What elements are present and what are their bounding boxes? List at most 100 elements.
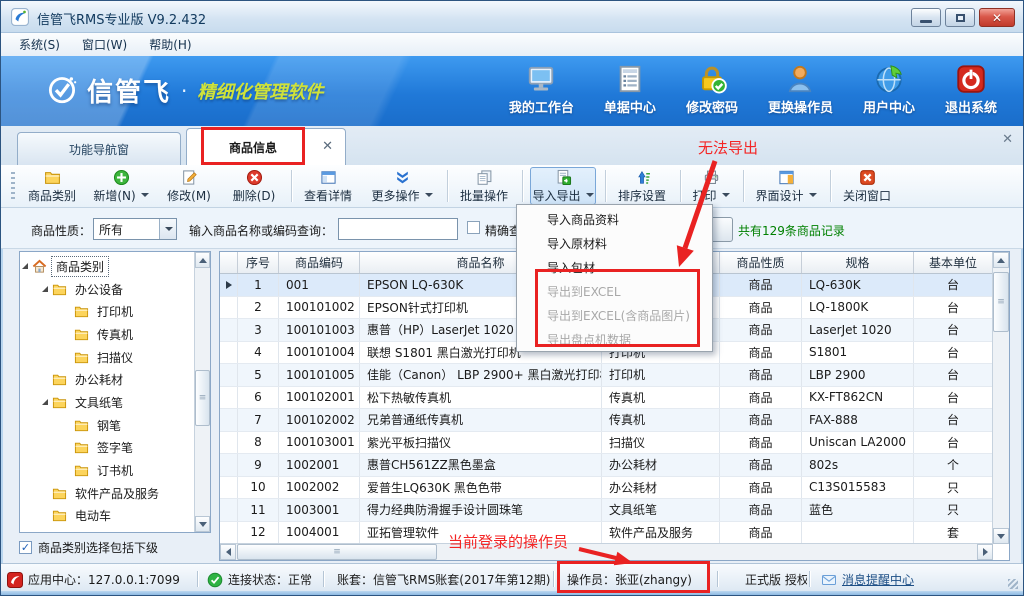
table-row[interactable]: 91002001惠普CH561ZZ黑色墨盒办公耗材商品802s个 — [220, 454, 1009, 477]
table-row[interactable]: 8100103001紫光平板扫描仪扫描仪商品Uniscan LA2000台 — [220, 432, 1009, 455]
tree-item-7[interactable]: 钢笔 — [20, 414, 194, 437]
tabstrip-close-icon[interactable]: ✕ — [1002, 132, 1013, 147]
tree-item-8[interactable]: 签字笔 — [20, 437, 194, 460]
toolbar-button-print[interactable]: 打印 — [688, 167, 734, 205]
table-cell: 套 — [914, 522, 993, 544]
restore-button[interactable] — [945, 8, 975, 27]
grid-vertical-scrollbar[interactable]: ≡ — [992, 252, 1009, 544]
tree-item-2[interactable]: 打印机 — [20, 300, 194, 323]
banner-action-label: 退出系统 — [945, 97, 997, 116]
select-dropdown-button[interactable] — [159, 219, 176, 239]
table-row[interactable]: 121004001亚拓管理软件软件产品及服务商品套 — [220, 522, 1009, 545]
menubar-item-0[interactable]: 系统(S) — [19, 36, 60, 53]
tree-item-5[interactable]: 办公耗材 — [20, 368, 194, 391]
menu-item-2[interactable]: 导入包材 — [517, 255, 712, 279]
table-cell: 只 — [914, 477, 993, 499]
toolbar-button-sort[interactable]: 排序设置 — [613, 167, 671, 205]
search-input[interactable] — [338, 218, 458, 240]
resize-grip[interactable] — [1008, 579, 1018, 589]
folder-icon — [52, 395, 67, 410]
exact-match-checkbox[interactable] — [467, 221, 480, 234]
tab-close-icon[interactable]: ✕ — [322, 140, 333, 153]
banner-action-documents[interactable]: 单据中心 — [604, 64, 656, 116]
scroll-down-icon[interactable] — [195, 516, 210, 532]
tree-item-6[interactable]: 文具纸笔 — [20, 391, 194, 414]
table-row[interactable]: 6100102001松下热敏传真机传真机商品KX-FT862CN台 — [220, 387, 1009, 410]
toolbar-button-design[interactable]: 界面设计 — [751, 167, 821, 205]
folder-icon — [74, 440, 89, 455]
tree-item-10[interactable]: 软件产品及服务 — [20, 482, 194, 505]
toolbar-button-delete[interactable]: 删除(D) — [226, 167, 282, 205]
grid-header-7[interactable]: 基本单位 — [914, 252, 993, 273]
table-cell: 台 — [914, 432, 993, 454]
product-nature-select[interactable]: 所有 — [93, 218, 177, 240]
table-row[interactable]: 101002002爱普生LQ630K 黑色色带办公耗材商品C13S015583只 — [220, 477, 1009, 500]
grid-vscroll-thumb[interactable]: ≡ — [993, 272, 1009, 332]
banner-action-exit[interactable]: 退出系统 — [945, 64, 997, 116]
toolbar-button-impexp[interactable]: 导入导出 — [530, 167, 596, 205]
close-button[interactable]: ✕ — [979, 8, 1015, 27]
tab-active[interactable]: 商品信息✕ — [186, 128, 346, 166]
table-cell: 商品 — [720, 387, 802, 409]
tree-item-1[interactable]: 办公设备 — [20, 278, 194, 301]
status-segment-5[interactable]: 消息提醒中心 — [821, 571, 914, 588]
menubar-item-2[interactable]: 帮助(H) — [149, 36, 191, 53]
menubar-item-1[interactable]: 窗口(W) — [82, 36, 127, 53]
grid-hscroll-thumb[interactable]: ≡ — [237, 544, 437, 560]
menu-item-0[interactable]: 导入商品资料 — [517, 207, 712, 231]
grid-header-1[interactable]: 序号 — [238, 252, 279, 273]
scroll-up-icon[interactable] — [993, 252, 1009, 268]
table-cell: 商品 — [720, 522, 802, 544]
grid-header-6[interactable]: 规格 — [802, 252, 914, 273]
grid-horizontal-scrollbar[interactable]: ≡ — [220, 543, 993, 560]
tab-strip: ✕ 功能导航窗商品信息✕ — [1, 126, 1023, 165]
tree-scroll-thumb[interactable]: ≡ — [195, 370, 210, 426]
tree-item-11[interactable]: 电动车 — [20, 505, 194, 528]
tree-item-9[interactable]: 订书机 — [20, 459, 194, 482]
more-icon — [394, 169, 411, 186]
toolbar-button-label: 关闭窗口 — [843, 187, 891, 204]
scroll-up-icon[interactable] — [195, 252, 210, 268]
banner-action-usercenter[interactable]: 用户中心 — [863, 64, 915, 116]
banner-action-label: 修改密码 — [686, 97, 738, 116]
banner-action-password[interactable]: 修改密码 — [686, 64, 738, 116]
table-cell: 兄弟普通纸传真机 — [360, 409, 602, 431]
toolbar-button-edit[interactable]: 修改(M) — [161, 167, 217, 205]
expander-icon[interactable] — [42, 399, 48, 405]
minimize-button[interactable] — [911, 8, 941, 27]
toolbar-button-label: 批量操作 — [460, 187, 508, 204]
menu-item-1[interactable]: 导入原材料 — [517, 231, 712, 255]
tab-0[interactable]: 功能导航窗 — [17, 132, 181, 165]
toolbar-button-more[interactable]: 更多操作 — [366, 167, 438, 205]
grid-header-0[interactable] — [220, 252, 238, 273]
toolbar-button-folder[interactable]: 商品类别 — [23, 167, 81, 205]
scroll-right-icon[interactable] — [977, 544, 993, 560]
banner-action-operator[interactable]: 更换操作员 — [768, 64, 833, 116]
menu-item-3: 导出到EXCEL — [517, 279, 712, 303]
toolbar-button-add[interactable]: 新增(N) — [90, 167, 152, 205]
table-row[interactable]: 7100102002兄弟普通纸传真机传真机商品FAX-888台 — [220, 409, 1009, 432]
tree-item-4[interactable]: 扫描仪 — [20, 346, 194, 369]
title-bar: 信管飞RMS专业版 V9.2.432 ✕ — [1, 1, 1023, 33]
toolbar-button-batch[interactable]: 批量操作 — [455, 167, 513, 205]
grid-header-2[interactable]: 商品编码 — [279, 252, 360, 273]
scroll-down-icon[interactable] — [993, 528, 1009, 544]
expander-icon[interactable] — [42, 286, 48, 292]
expander-icon[interactable] — [22, 263, 28, 269]
tree-item-0[interactable]: 商品类别 — [20, 255, 194, 278]
tree-item-3[interactable]: 传真机 — [20, 323, 194, 346]
include-sublevel-checkbox[interactable]: ✓ — [19, 541, 32, 554]
tree-vertical-scrollbar[interactable]: ≡ — [194, 252, 210, 532]
table-row[interactable]: 111003001得力经典防滑握手设计圆珠笔文具纸笔商品蓝色只 — [220, 499, 1009, 522]
grid-header-5[interactable]: 商品性质 — [720, 252, 802, 273]
table-row[interactable]: 5100101005佳能（Canon） LBP 2900+ 黑白激光打印机打印机… — [220, 364, 1009, 387]
workbench-icon — [526, 64, 556, 94]
toolbar-button-closewin[interactable]: 关闭窗口 — [838, 167, 896, 205]
toolbar-separator — [291, 170, 292, 202]
toolbar-button-detail[interactable]: 查看详情 — [299, 167, 357, 205]
table-cell: KX-FT862CN — [802, 387, 914, 409]
toolbar-separator — [743, 170, 744, 202]
banner-action-workbench[interactable]: 我的工作台 — [509, 64, 574, 116]
table-cell: 台 — [914, 297, 993, 319]
scroll-left-icon[interactable] — [220, 544, 236, 560]
